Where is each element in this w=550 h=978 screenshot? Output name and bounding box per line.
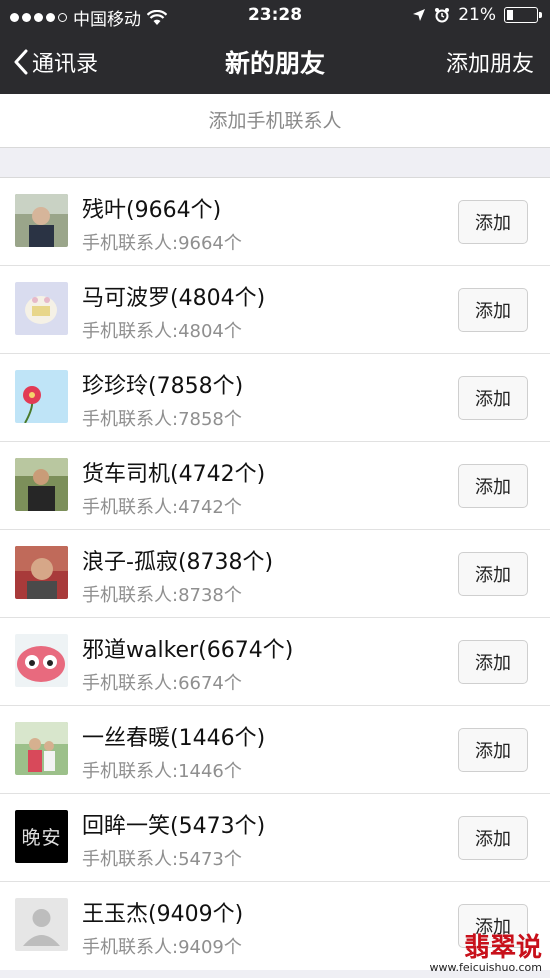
list-item[interactable]: 一丝春暖(1446个) 手机联系人:1446个 添加 <box>0 706 550 794</box>
avatar-text: 晚安 <box>21 827 62 849</box>
add-button[interactable]: 添加 <box>458 288 528 332</box>
avatar: 晚安 <box>15 810 68 863</box>
add-button[interactable]: 添加 <box>458 640 528 684</box>
contact-name: 残叶(9664个) <box>82 198 222 223</box>
contact-name: 一丝春暖(1446个) <box>82 726 266 751</box>
add-button[interactable]: 添加 <box>458 728 528 772</box>
top-bar: 中国移动 23:28 21% 通讯录 新的朋友 添加朋友 <box>0 0 550 94</box>
contact-subtitle: 手机联系人:8738个 <box>82 585 242 606</box>
add-button[interactable]: 添加 <box>458 200 528 244</box>
contact-name: 浪子-孤寂(8738个) <box>82 550 274 575</box>
contact-subtitle: 手机联系人:1446个 <box>82 761 242 782</box>
status-bar: 中国移动 23:28 21% <box>0 0 550 32</box>
list-item[interactable]: 马可波罗(4804个) 手机联系人:4804个 添加 <box>0 266 550 354</box>
list-item[interactable]: 珍珍玲(7858个) 手机联系人:7858个 添加 <box>0 354 550 442</box>
contact-name: 马可波罗(4804个) <box>82 286 266 311</box>
list-item[interactable]: 晚安 回眸一笑(5473个) 手机联系人:5473个 添加 <box>0 794 550 882</box>
new-friends-list: 残叶(9664个) 手机联系人:9664个 添加 马可波罗(4804个) 手机联… <box>0 177 550 970</box>
watermark: 翡翠说 www.feicuishuo.com <box>430 935 542 974</box>
battery-icon <box>504 7 542 23</box>
navigation-bar: 通讯录 新的朋友 添加朋友 <box>0 32 550 94</box>
add-phone-contacts-button[interactable]: 添加手机联系人 <box>0 94 550 148</box>
watermark-logo: 翡翠说 <box>463 933 542 963</box>
contact-name: 回眸一笑(5473个) <box>82 814 266 839</box>
contact-subtitle: 手机联系人:9409个 <box>82 937 242 958</box>
avatar <box>15 898 68 951</box>
location-arrow-icon <box>413 9 426 21</box>
add-button[interactable]: 添加 <box>458 552 528 596</box>
contact-subtitle: 手机联系人:6674个 <box>82 673 242 694</box>
list-item[interactable]: 邪道walker(6674个) 手机联系人:6674个 添加 <box>0 618 550 706</box>
alarm-clock-icon <box>435 8 450 23</box>
default-avatar-icon <box>15 898 68 951</box>
avatar <box>15 370 68 423</box>
battery-percent: 21% <box>458 5 496 25</box>
contact-name: 珍珍玲(7858个) <box>82 374 244 399</box>
avatar <box>15 722 68 775</box>
list-item[interactable]: 残叶(9664个) 手机联系人:9664个 添加 <box>0 178 550 266</box>
list-item[interactable]: 浪子-孤寂(8738个) 手机联系人:8738个 添加 <box>0 530 550 618</box>
contact-subtitle: 手机联系人:7858个 <box>82 409 242 430</box>
avatar <box>15 634 68 687</box>
add-button[interactable]: 添加 <box>458 376 528 420</box>
contact-name: 王玉杰(9409个) <box>82 902 244 927</box>
add-button[interactable]: 添加 <box>458 816 528 860</box>
avatar <box>15 458 68 511</box>
contact-subtitle: 手机联系人:4804个 <box>82 321 242 342</box>
avatar <box>15 546 68 599</box>
watermark-url: www.feicuishuo.com <box>429 961 542 974</box>
avatar <box>15 282 68 335</box>
add-friends-button[interactable]: 添加朋友 <box>446 46 534 78</box>
contact-name: 邪道walker(6674个) <box>82 638 294 663</box>
avatar <box>15 194 68 247</box>
add-button[interactable]: 添加 <box>458 464 528 508</box>
contact-name: 货车司机(4742个) <box>82 462 266 487</box>
list-item[interactable]: 货车司机(4742个) 手机联系人:4742个 添加 <box>0 442 550 530</box>
contact-subtitle: 手机联系人:5473个 <box>82 849 242 870</box>
contact-subtitle: 手机联系人:9664个 <box>82 233 242 254</box>
contact-subtitle: 手机联系人:4742个 <box>82 497 242 518</box>
